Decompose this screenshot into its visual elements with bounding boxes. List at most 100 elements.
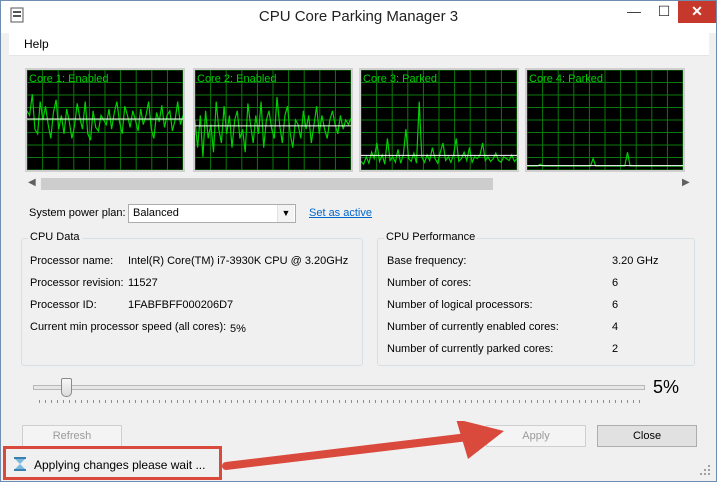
- status-highlight: Applying changes please wait ...: [3, 446, 222, 480]
- status-text: Applying changes please wait ...: [34, 458, 206, 472]
- slider-tick: [225, 400, 226, 403]
- slider-tick: [483, 400, 484, 403]
- slider-tick: [249, 400, 250, 403]
- slider-tick: [279, 400, 280, 403]
- processor-id-label: Processor ID:: [30, 299, 97, 311]
- slider-tick: [159, 400, 160, 403]
- slider-tick: [603, 400, 604, 403]
- slider-tick: [363, 400, 364, 403]
- core-3-plot: [361, 70, 517, 170]
- slider-tick: [177, 400, 178, 403]
- slider-tick: [489, 400, 490, 403]
- slider-tick: [243, 400, 244, 403]
- slider-ticks: [39, 400, 640, 405]
- power-plan-select[interactable]: Balanced ▼: [128, 204, 296, 223]
- slider-tick: [411, 400, 412, 403]
- min-speed-label: Current min processor speed (all cores):: [30, 321, 227, 333]
- slider-tick: [561, 400, 562, 403]
- slider-tick: [321, 400, 322, 403]
- core-2-label: Core 2: Enabled: [197, 73, 277, 85]
- maximize-button[interactable]: ☐: [651, 1, 677, 23]
- slider-tick: [375, 400, 376, 403]
- refresh-button[interactable]: Refresh: [22, 425, 122, 447]
- enabled-cores-value: 4: [612, 321, 619, 333]
- processor-name-value: Intel(R) Core(TM) i7-3930K CPU @ 3.20GHz: [128, 255, 349, 267]
- logical-processors-value: 6: [612, 299, 619, 311]
- slider-tick: [69, 400, 70, 403]
- slider-tick: [459, 400, 460, 403]
- slider-tick: [117, 400, 118, 403]
- min-speed-slider[interactable]: [33, 385, 645, 390]
- slider-tick: [579, 400, 580, 403]
- slider-tick: [351, 400, 352, 403]
- title-bar[interactable]: CPU Core Parking Manager 3 — ☐ ✕: [1, 1, 716, 33]
- slider-tick: [99, 400, 100, 403]
- graphs-scrollbar[interactable]: ◀ ▶: [25, 176, 695, 192]
- slider-tick: [525, 400, 526, 403]
- slider-tick: [237, 400, 238, 403]
- slider-tick: [609, 400, 610, 403]
- close-button[interactable]: Close: [597, 425, 697, 447]
- slider-tick: [567, 400, 568, 403]
- processor-revision-label: Processor revision:: [30, 277, 124, 289]
- slider-tick: [393, 400, 394, 403]
- set-as-active-link[interactable]: Set as active: [309, 207, 372, 219]
- core-1-label: Core 1: Enabled: [29, 73, 109, 85]
- core-3-label: Core 3: Parked: [363, 73, 437, 85]
- core-2-plot: [195, 70, 351, 170]
- slider-tick: [633, 400, 634, 403]
- core-3-graph: Core 3: Parked: [359, 68, 519, 172]
- min-speed-value: 5%: [230, 323, 246, 335]
- resize-grip-icon[interactable]: [698, 463, 712, 477]
- power-plan-label: System power plan:: [29, 207, 126, 219]
- menu-help[interactable]: Help: [24, 37, 49, 51]
- slider-tick: [441, 400, 442, 403]
- slider-thumb[interactable]: [61, 378, 72, 397]
- annotation-arrow: [222, 421, 504, 470]
- slider-tick: [555, 400, 556, 403]
- hourglass-icon: [14, 457, 26, 471]
- parked-cores-value: 2: [612, 343, 619, 355]
- processor-id-value: 1FABFBFF000206D7: [128, 299, 234, 311]
- slider-tick: [381, 400, 382, 403]
- base-frequency-label: Base frequency:: [387, 255, 467, 267]
- slider-tick: [195, 400, 196, 403]
- slider-tick: [189, 400, 190, 403]
- slider-tick: [273, 400, 274, 403]
- slider-tick: [111, 400, 112, 403]
- slider-tick: [447, 400, 448, 403]
- slider-tick: [357, 400, 358, 403]
- core-4-graph: Core 4: Parked: [525, 68, 685, 172]
- base-frequency-value: 3.20 GHz: [612, 255, 659, 267]
- core-1-graph: Core 1: Enabled: [25, 68, 185, 172]
- slider-tick: [501, 400, 502, 403]
- logical-processors-label: Number of logical processors:: [387, 299, 533, 311]
- chevron-down-icon[interactable]: ▼: [277, 205, 294, 222]
- slider-tick: [39, 400, 40, 403]
- slider-tick: [183, 400, 184, 403]
- slider-tick: [573, 400, 574, 403]
- slider-tick: [171, 400, 172, 403]
- slider-tick: [549, 400, 550, 403]
- processor-name-label: Processor name:: [30, 255, 114, 267]
- slider-tick: [477, 400, 478, 403]
- slider-tick: [147, 400, 148, 403]
- slider-tick: [309, 400, 310, 403]
- slider-tick: [327, 400, 328, 403]
- scroll-right-icon[interactable]: ▶: [682, 177, 690, 188]
- minimize-button[interactable]: —: [619, 1, 649, 23]
- slider-tick: [315, 400, 316, 403]
- core-4-label: Core 4: Parked: [529, 73, 603, 85]
- scrollbar-thumb[interactable]: [41, 178, 493, 190]
- slider-tick: [435, 400, 436, 403]
- slider-tick: [531, 400, 532, 403]
- slider-tick: [123, 400, 124, 403]
- slider-tick: [51, 400, 52, 403]
- core-1-plot: [27, 70, 183, 170]
- slider-tick: [267, 400, 268, 403]
- close-window-button[interactable]: ✕: [678, 1, 716, 23]
- slider-tick: [627, 400, 628, 403]
- scroll-left-icon[interactable]: ◀: [28, 177, 36, 188]
- slider-tick: [231, 400, 232, 403]
- slider-tick: [639, 400, 640, 403]
